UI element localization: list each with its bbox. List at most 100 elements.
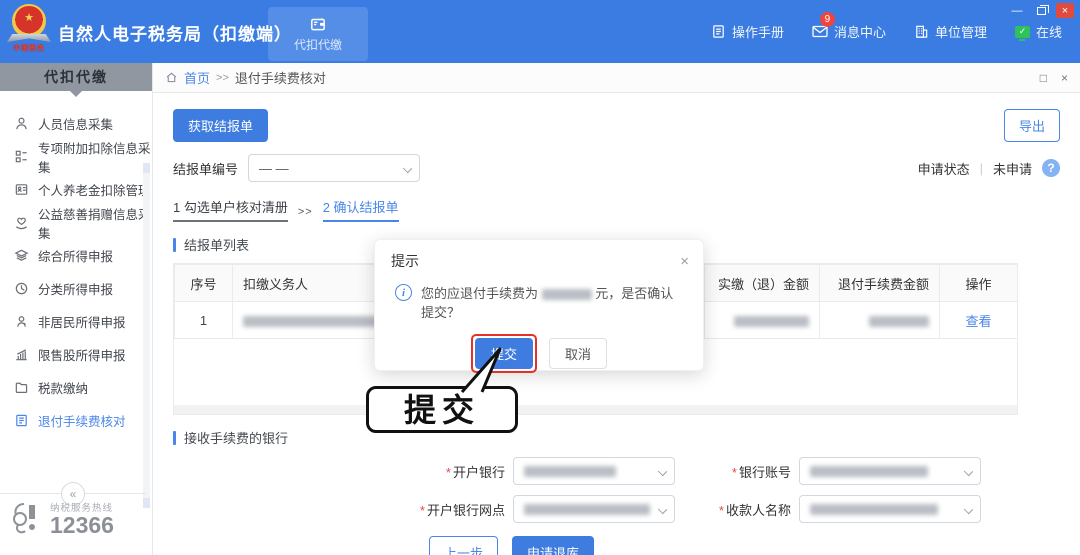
section-accent-bar <box>173 430 176 445</box>
bill-no-select[interactable]: — — <box>248 154 421 182</box>
sidebar-item-pension-deduction[interactable]: 个人养老金扣除管理 <box>0 173 152 206</box>
help-icon[interactable]: ? <box>1042 159 1060 177</box>
heart-hands-icon <box>14 215 29 230</box>
nav-manual[interactable]: 操作手册 <box>711 22 784 41</box>
nav-online-status[interactable]: ✓ 在线 <box>1014 22 1062 41</box>
folder-icon <box>14 380 29 395</box>
sidebar-item-label: 综合所得申报 <box>38 250 114 264</box>
nav-unit-label: 单位管理 <box>934 25 987 40</box>
branch-label: * 开户银行网点 <box>419 502 505 518</box>
chevron-down-icon <box>963 504 974 515</box>
row-fee-redacted <box>819 301 940 339</box>
payee-select[interactable] <box>799 495 981 523</box>
form-list-icon <box>14 149 29 164</box>
nav-unit-management[interactable]: 单位管理 <box>914 22 987 41</box>
status-divider: | <box>979 160 983 176</box>
required-mark: * <box>731 464 737 480</box>
breadcrumb-current: 退付手续费核对 <box>234 71 326 86</box>
sidebar-item-label: 非居民所得申报 <box>38 316 126 330</box>
cancel-button[interactable]: 取消 <box>549 338 608 369</box>
window-controls: — × <box>1008 3 1074 18</box>
dialog-close-icon[interactable]: × <box>680 254 689 269</box>
col-fee-amount: 退付手续费金额 <box>819 264 940 302</box>
bill-no-label: 结报单编号 <box>173 161 239 177</box>
apply-status-value: 未申请 <box>992 161 1032 177</box>
apply-status-label: 申请状态 <box>917 161 970 177</box>
panel-close-icon[interactable]: × <box>1061 71 1068 85</box>
layers-icon <box>14 248 29 263</box>
sidebar-item-nonresident-income[interactable]: 非居民所得申报 <box>0 305 152 338</box>
breadcrumb-home-link[interactable]: 首页 <box>184 68 210 87</box>
required-mark: * <box>718 502 724 518</box>
chevron-down-icon <box>402 163 413 174</box>
step-1[interactable]: 1 勾选单户核对清册 <box>173 197 288 222</box>
tab-withholding[interactable]: 代扣代缴 <box>268 7 368 61</box>
national-emblem-icon <box>12 4 46 38</box>
sidebar-item-restricted-stock[interactable]: 限售股所得申报 <box>0 338 152 371</box>
col-index: 序号 <box>174 264 233 302</box>
bank-select[interactable] <box>513 457 675 485</box>
sidebar-scrollbar[interactable] <box>143 163 150 508</box>
sidebar-item-personnel-info[interactable]: 人员信息采集 <box>0 107 152 140</box>
fetch-statement-button[interactable]: 获取结报单 <box>173 109 269 142</box>
account-select[interactable] <box>799 457 981 485</box>
step-indicator: 1 勾选单户核对清册 >> 2 确认结报单 <box>173 197 1060 222</box>
minimize-button[interactable]: — <box>1008 3 1026 18</box>
statement-list-title: 结报单列表 <box>184 238 250 253</box>
document-icon <box>713 25 724 38</box>
sidebar-item-tax-payment[interactable]: 税款缴纳 <box>0 371 152 404</box>
person-outline-icon <box>14 314 29 329</box>
home-icon[interactable] <box>165 71 178 84</box>
sidebar-item-label: 专项附加扣除信息采集 <box>38 141 151 175</box>
bank-value-redacted <box>524 465 616 477</box>
bank-title: 接收手续费的银行 <box>184 431 289 446</box>
wallet-icon <box>311 18 325 31</box>
online-status-icon: ✓ <box>1014 25 1030 41</box>
chevron-down-icon <box>657 466 668 477</box>
building-icon <box>916 25 928 38</box>
required-mark: * <box>445 464 451 480</box>
app-title: 自然人电子税务局（扣缴端） <box>58 25 292 44</box>
header-nav: 操作手册 9 消息中心 单位管理 ✓ 在线 <box>711 12 1062 41</box>
restore-button[interactable] <box>1032 3 1050 18</box>
required-mark: * <box>419 502 425 518</box>
bank-section-title: 接收手续费的银行 <box>173 428 1060 447</box>
sidebar-item-special-deduction[interactable]: 专项附加扣除信息采集 <box>0 140 152 175</box>
account-value-redacted <box>810 465 928 477</box>
sidebar-item-refund-fee-check[interactable]: 退付手续费核对 <box>0 404 152 437</box>
view-link[interactable]: 查看 <box>965 314 991 329</box>
previous-step-button[interactable]: 上一步 <box>428 536 498 555</box>
sidebar-header: 代扣代缴 <box>0 63 152 97</box>
sidebar-item-label: 退付手续费核对 <box>38 415 126 429</box>
emblem-wings-icon <box>7 34 51 42</box>
logo-caption: 中国税务 <box>13 45 45 52</box>
apply-refund-button[interactable]: 申请退库 <box>512 536 595 555</box>
app-header: 中国税务 自然人电子税务局（扣缴端） 代扣代缴 操作手册 9 消息中心 <box>0 0 1080 63</box>
callout-tail-icon <box>460 347 502 393</box>
tab-withholding-label: 代扣代缴 <box>293 38 342 52</box>
hotline-logo: 纳税服务热线 12366 <box>10 500 114 537</box>
branch-value-redacted <box>524 503 650 515</box>
export-button[interactable]: 导出 <box>1003 109 1060 142</box>
sidebar-item-label: 公益慈善捐赠信息采集 <box>38 207 151 241</box>
chevron-down-icon <box>963 466 974 477</box>
horizontal-scrollbar[interactable] <box>174 405 1017 414</box>
dialog-title: 提示 <box>391 253 419 269</box>
nav-message-center[interactable]: 9 消息中心 <box>812 12 886 41</box>
sidebar-item-label: 限售股所得申报 <box>38 349 126 363</box>
bank-label: * 开户银行 <box>445 464 505 480</box>
section-accent-bar <box>173 237 176 252</box>
close-button[interactable]: × <box>1056 3 1074 18</box>
document-check-icon <box>14 413 29 428</box>
sidebar-item-charity-donation[interactable]: 公益慈善捐赠信息采集 <box>0 206 152 241</box>
breadcrumb: 首页 >> 退付手续费核对 □ × <box>153 63 1080 93</box>
col-action: 操作 <box>939 264 1018 302</box>
dialog-message-prefix: 您的应退付手续费为 <box>421 286 539 301</box>
chevron-down-icon <box>657 504 668 515</box>
sidebar-item-classified-income[interactable]: 分类所得申报 <box>0 272 152 305</box>
branch-select[interactable] <box>513 495 675 523</box>
step-2[interactable]: 2 确认结报单 <box>322 197 399 222</box>
panel-maximize-icon[interactable]: □ <box>1040 71 1047 85</box>
payee-value-redacted <box>810 503 938 515</box>
sidebar-item-comprehensive-income[interactable]: 综合所得申报 <box>0 239 152 272</box>
